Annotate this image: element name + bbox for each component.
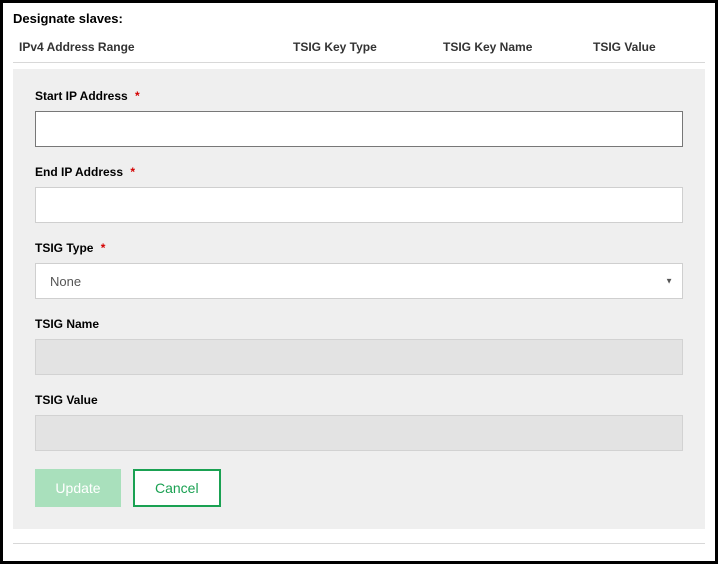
end-ip-label-text: End IP Address [35, 165, 123, 179]
header-key-name: TSIG Key Name [443, 40, 593, 54]
required-marker: * [101, 241, 106, 255]
tsig-name-input [35, 339, 683, 375]
field-start-ip: Start IP Address * [35, 89, 683, 147]
start-ip-input[interactable] [35, 111, 683, 147]
cancel-button[interactable]: Cancel [133, 469, 221, 507]
divider [13, 543, 705, 544]
section-title: Designate slaves: [13, 11, 705, 26]
header-key-type: TSIG Key Type [293, 40, 443, 54]
header-ip-range: IPv4 Address Range [13, 40, 293, 54]
field-tsig-type: TSIG Type * None ▼ [35, 241, 683, 299]
tsig-value-input [35, 415, 683, 451]
field-tsig-name: TSIG Name [35, 317, 683, 375]
required-marker: * [135, 89, 140, 103]
form-panel: Start IP Address * End IP Address * TSIG… [13, 69, 705, 529]
tsig-type-label: TSIG Type * [35, 241, 683, 255]
button-row: Update Cancel [35, 469, 683, 507]
start-ip-label: Start IP Address * [35, 89, 683, 103]
field-end-ip: End IP Address * [35, 165, 683, 223]
tsig-type-label-text: TSIG Type [35, 241, 93, 255]
tsig-type-select[interactable]: None ▼ [35, 263, 683, 299]
column-headers: IPv4 Address Range TSIG Key Type TSIG Ke… [13, 36, 705, 63]
tsig-type-selected: None [35, 263, 683, 299]
tsig-value-label: TSIG Value [35, 393, 683, 407]
end-ip-input[interactable] [35, 187, 683, 223]
required-marker: * [130, 165, 135, 179]
end-ip-label: End IP Address * [35, 165, 683, 179]
tsig-name-label: TSIG Name [35, 317, 683, 331]
start-ip-label-text: Start IP Address [35, 89, 128, 103]
header-value: TSIG Value [593, 40, 703, 54]
field-tsig-value: TSIG Value [35, 393, 683, 451]
update-button[interactable]: Update [35, 469, 121, 507]
